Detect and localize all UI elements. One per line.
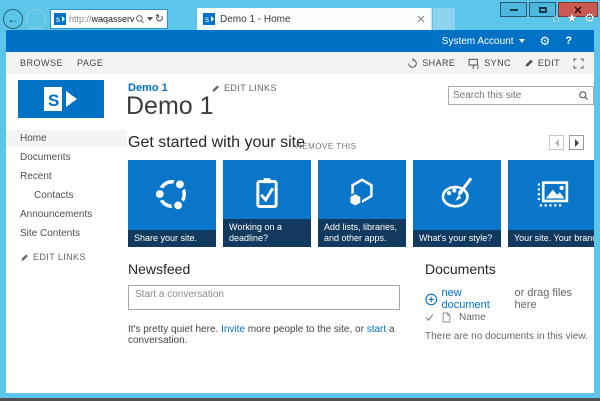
browser-settings-gear-icon[interactable]: ⚙ [584, 11, 595, 25]
newsfeed-empty-text: It's pretty quiet here. Invite more peop… [128, 324, 418, 346]
url-text: http://waqasserver/sites/demo1 [69, 14, 135, 24]
tile-working-deadline[interactable]: Working on a deadline? [223, 160, 311, 247]
sidebar-item-home[interactable]: Home [6, 130, 127, 147]
chevron-right-icon [575, 139, 579, 147]
tile-your-brand[interactable]: Your site. Your brand [508, 160, 594, 247]
site-logo[interactable]: S [18, 80, 104, 118]
sidebar-item-site-contents[interactable]: Site Contents [6, 225, 127, 242]
tile-caption: Working on a deadline? [223, 219, 311, 248]
invite-link[interactable]: Invite [221, 324, 245, 335]
remove-this-link[interactable]: REMOVE THIS [296, 142, 356, 151]
tile-whats-your-style[interactable]: What's your style? [413, 160, 501, 247]
suite-bar: System Account ⚙ ? [6, 30, 594, 52]
sharepoint-favicon: s [54, 13, 66, 25]
tile-share-your-site[interactable]: Share your site. [128, 160, 216, 247]
search-input[interactable] [453, 90, 578, 101]
page-title: Demo 1 [126, 92, 214, 121]
account-menu[interactable]: System Account [442, 36, 525, 47]
search-icon[interactable] [135, 14, 145, 24]
edit-links-top[interactable]: EDIT LINKS [211, 83, 277, 93]
tile-caption: What's your style? [413, 230, 501, 247]
svg-text:s: s [56, 15, 60, 24]
tile-add-apps[interactable]: Add lists, libraries, and other apps. [318, 160, 406, 247]
drag-files-text: or drag files here [514, 287, 594, 311]
tiles-next-button[interactable] [569, 135, 584, 150]
chevron-down-icon[interactable] [147, 17, 153, 21]
edit-button[interactable]: EDIT [524, 58, 560, 68]
sidebar-item-contacts[interactable]: Contacts [6, 187, 127, 204]
select-all-check-icon[interactable] [425, 313, 434, 322]
tab-close-icon[interactable] [417, 15, 425, 23]
tiles-prev-button[interactable] [549, 135, 564, 150]
tab-page[interactable]: PAGE [77, 58, 103, 68]
conversation-input[interactable] [128, 285, 400, 310]
browser-window: ← → s http://waqasserver/sites/demo1 ↻ s… [0, 0, 600, 401]
forward-icon: → [30, 12, 42, 26]
chevron-down-icon [519, 39, 525, 43]
newsfeed-title: Newsfeed [128, 261, 190, 277]
svg-text:S: S [48, 91, 59, 110]
getting-started-title: Get started with your site [128, 134, 305, 152]
share-icon [407, 58, 418, 69]
focus-icon [573, 58, 584, 69]
tile-caption: Add lists, libraries, and other apps. [318, 219, 406, 248]
sharepoint-logo-icon: S [36, 84, 86, 114]
column-name[interactable]: Name [459, 312, 486, 323]
edit-links-sidebar[interactable]: EDIT LINKS [20, 252, 86, 262]
share-site-icon [128, 168, 216, 220]
tab-browse[interactable]: BROWSE [20, 58, 63, 68]
clipboard-check-icon [223, 168, 311, 220]
start-conversation-link[interactable]: start [367, 324, 386, 335]
ribbon-bar: BROWSE PAGE SHARE SYNC EDIT [6, 52, 594, 74]
tab-title: Demo 1 - Home [220, 14, 417, 25]
apps-hexagons-icon [318, 168, 406, 220]
back-button[interactable]: ← [3, 9, 23, 29]
page-content: System Account ⚙ ? BROWSE PAGE SHARE SYN… [6, 30, 594, 393]
sidebar-item-recent[interactable]: Recent [6, 168, 127, 185]
search-box [448, 86, 594, 105]
palette-brush-icon [413, 168, 501, 220]
home-icon[interactable]: ⌂ [552, 11, 559, 25]
new-tab-button[interactable] [433, 8, 455, 30]
browser-toolbar: ← → s http://waqasserver/sites/demo1 ↻ s… [0, 8, 600, 30]
focus-mode-button[interactable] [573, 58, 584, 69]
documents-empty-text: There are no documents in this view. [425, 331, 588, 342]
browser-tab[interactable]: s Demo 1 - Home [197, 8, 432, 30]
forward-button[interactable]: → [26, 9, 46, 29]
chevron-left-icon [555, 139, 559, 147]
refresh-icon[interactable]: ↻ [155, 14, 164, 25]
sidebar-item-announcements[interactable]: Announcements [6, 206, 127, 223]
site-header: S Demo 1 EDIT LINKS Demo 1 [6, 74, 594, 132]
documents-title: Documents [425, 261, 496, 277]
tile-caption: Your site. Your brand [508, 230, 594, 247]
sync-icon [468, 58, 480, 69]
address-bar[interactable]: s http://waqasserver/sites/demo1 ↻ [50, 9, 168, 29]
sync-button[interactable]: SYNC [468, 58, 511, 69]
tile-caption: Share your site. [128, 230, 216, 247]
help-button[interactable]: ? [565, 36, 572, 47]
settings-gear-icon[interactable]: ⚙ [540, 35, 551, 47]
search-icon[interactable] [578, 90, 589, 101]
sidebar-item-documents[interactable]: Documents [6, 149, 127, 166]
favorites-star-icon[interactable]: ★ [566, 11, 577, 25]
share-button[interactable]: SHARE [407, 58, 455, 69]
svg-text:s: s [205, 15, 209, 24]
pencil-icon [20, 253, 29, 262]
sharepoint-favicon: s [203, 13, 215, 25]
plus-circle-icon[interactable] [425, 293, 438, 306]
brand-image-icon [508, 168, 594, 220]
account-label: System Account [442, 36, 514, 47]
pencil-icon [524, 58, 534, 68]
document-type-icon[interactable] [442, 312, 451, 323]
back-icon: ← [7, 12, 19, 26]
new-document-link[interactable]: new document [442, 287, 511, 311]
documents-column-headers: Name [425, 312, 486, 323]
